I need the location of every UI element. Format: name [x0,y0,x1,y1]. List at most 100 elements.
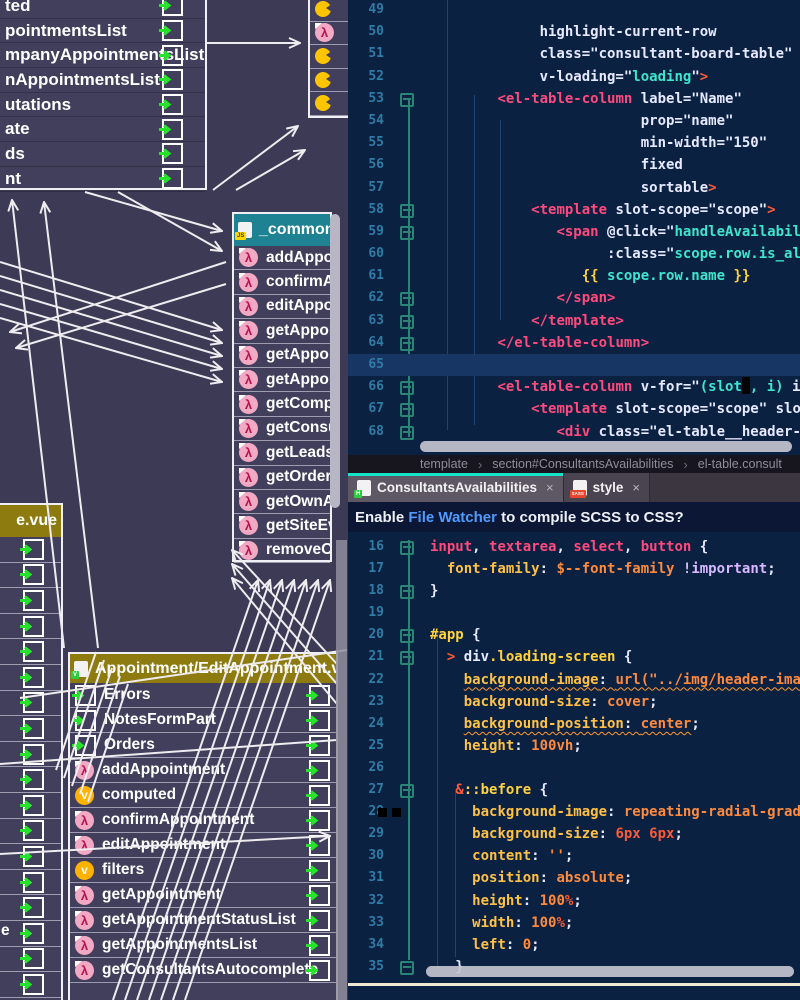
fold-marker-icon[interactable] [400,93,414,107]
node-row[interactable]: λgetAppointment [70,883,336,908]
code-line[interactable]: 59 <span @click="handleAvailabilit [348,221,800,243]
node-row[interactable] [0,972,61,998]
fold-marker-icon[interactable] [400,403,414,417]
fold-marker-icon[interactable] [400,337,414,351]
code-line[interactable]: 60 :class="scope.row.is_alway [348,243,800,265]
code-line[interactable]: 34 left: 0; [348,934,800,956]
node-row[interactable]: pointmentsList [0,19,205,44]
fold-marker-icon[interactable] [400,381,414,395]
fold-marker-icon[interactable] [400,961,414,975]
fold-marker-icon[interactable] [400,784,414,798]
breadcrumb-item[interactable]: el-table.consult [698,457,782,471]
code-line[interactable]: 27 &::before { [348,779,800,801]
code-line[interactable]: 30 content: ''; [348,845,800,867]
breadcrumb[interactable]: template › section#ConsultantsAvailabili… [348,455,800,473]
code-line[interactable]: 65 [348,354,800,376]
code-line[interactable]: 54 prop="name" [348,110,800,132]
code-line[interactable]: 51 class="consultant-board-table" [348,43,800,65]
fold-marker-icon[interactable] [400,585,414,599]
node-row[interactable] [0,793,61,819]
diagram-node-common[interactable]: JS _common λaddAppoiλconfirmApλeditAppoi… [232,212,332,562]
node-row[interactable]: λgetSiteEve [234,514,330,538]
node-row[interactable]: vfilters [70,858,336,883]
fold-marker-icon[interactable] [400,651,414,665]
edit-node-header[interactable]: V Appointment/EditAppointment.vue [70,654,336,683]
node-row[interactable]: λgetLeadsA [234,441,330,465]
tab-consultants-availabilities[interactable]: H ConsultantsAvailabilities × [348,473,564,502]
node-row[interactable] [0,819,61,845]
code-line[interactable]: 16input, textarea, select, button { [348,536,800,558]
code-line[interactable]: 55 min-width="150" [348,132,800,154]
node-row[interactable] [0,588,61,614]
node-row[interactable] [0,614,61,640]
code-line[interactable]: 31 position: absolute; [348,867,800,889]
code-line[interactable]: 19 [348,602,800,624]
code-line[interactable]: 23 background-size: cover; [348,691,800,713]
node-row[interactable]: λgetConsultantsAutocomplete [70,958,336,983]
code-line[interactable]: 61 {{ scope.row.name }} [348,265,800,287]
code-line[interactable]: 68 <div class="el-table__header-wra [348,421,800,443]
fold-marker-icon[interactable] [400,315,414,329]
node-row[interactable]: λconfirmAp [234,270,330,294]
node-row[interactable]: ds [0,142,205,167]
fold-marker-icon[interactable] [400,226,414,240]
code-line[interactable]: 49 [348,0,800,21]
code-line[interactable]: 33 width: 100%; [348,912,800,934]
node-row[interactable] [0,563,61,589]
code-line[interactable]: 32 height: 100%; [348,890,800,912]
fold-marker-icon[interactable] [400,629,414,643]
code-line[interactable]: 64 </el-table-column> [348,332,800,354]
left-node-header[interactable]: e.vue [0,505,61,537]
node-row[interactable] [310,69,348,93]
node-row[interactable]: utations [0,93,205,118]
node-row[interactable]: λgetOrderE [234,466,330,490]
tab-style[interactable]: SASS style × [564,473,650,502]
node-row[interactable] [0,537,61,563]
node-row[interactable]: λaddAppointment [70,758,336,783]
code-line[interactable]: 63 </template> [348,310,800,332]
code-line[interactable]: 57 sortable> [348,177,800,199]
node-row[interactable]: λgetAppointmentsList [70,933,336,958]
diagram-node-edit-appointment[interactable]: V Appointment/EditAppointment.vue Errors… [68,652,338,1000]
code-line[interactable]: 67 <template slot-scope="scope" slot=" [348,398,800,420]
diagram-node-clipped-top-right[interactable]: λ [308,0,348,118]
node-row[interactable]: λeditAppoi [234,295,330,319]
node-row[interactable] [0,742,61,768]
code-line[interactable]: 17 font-family: $--font-family !importan… [348,558,800,580]
node-row[interactable]: nt [0,167,205,192]
node-row[interactable] [0,895,61,921]
color-swatch-icon[interactable] [392,808,401,817]
common-node-header[interactable]: JS _common [234,214,330,246]
node-row[interactable] [0,870,61,896]
code-line[interactable]: 50 highlight-current-row [348,21,800,43]
top-editor-hscrollbar[interactable] [420,441,792,452]
node-row[interactable] [310,45,348,69]
node-row[interactable]: NotesFormPart [70,708,336,733]
fold-marker-icon[interactable] [400,426,414,440]
code-line[interactable]: 52 v-loading="loading"> [348,66,800,88]
node-row[interactable]: λgetAppoir [234,319,330,343]
node-row[interactable]: ate [0,117,205,142]
node-row[interactable]: mpanyAppointmentsList [0,43,205,68]
code-line[interactable]: 66 <el-table-column v-for="(slot, i) in … [348,376,800,398]
node-row[interactable]: λgetOwnAp [234,490,330,514]
diagram-node-clipped-top-left[interactable]: tedpointmentsListmpanyAppointmentsListnA… [0,0,207,190]
node-row[interactable] [0,639,61,665]
code-line[interactable]: 58 <template slot-scope="scope"> [348,199,800,221]
scss-editor-pane[interactable]: 16input, textarea, select, button {17 fo… [348,532,800,983]
code-line[interactable]: 25 height: 100vh; [348,735,800,757]
fold-marker-icon[interactable] [400,541,414,555]
node-row[interactable]: λgetAppointmentStatusList [70,908,336,933]
node-row[interactable] [0,665,61,691]
close-icon[interactable]: × [546,480,554,495]
breadcrumb-item[interactable]: section#ConsultantsAvailabilities [492,457,673,471]
node-row[interactable]: Orders [70,733,336,758]
node-row[interactable]: vcomputed [70,783,336,808]
code-line[interactable]: 62 </span> [348,287,800,309]
file-watcher-link[interactable]: File Watcher [408,509,497,526]
node-row[interactable]: λremoveOr [234,539,330,563]
node-row[interactable] [0,767,61,793]
code-line[interactable]: 21 > div.loading-screen { [348,646,800,668]
code-line[interactable]: 22 background-image: url("../img/header-… [348,669,800,691]
node-row[interactable] [0,716,61,742]
